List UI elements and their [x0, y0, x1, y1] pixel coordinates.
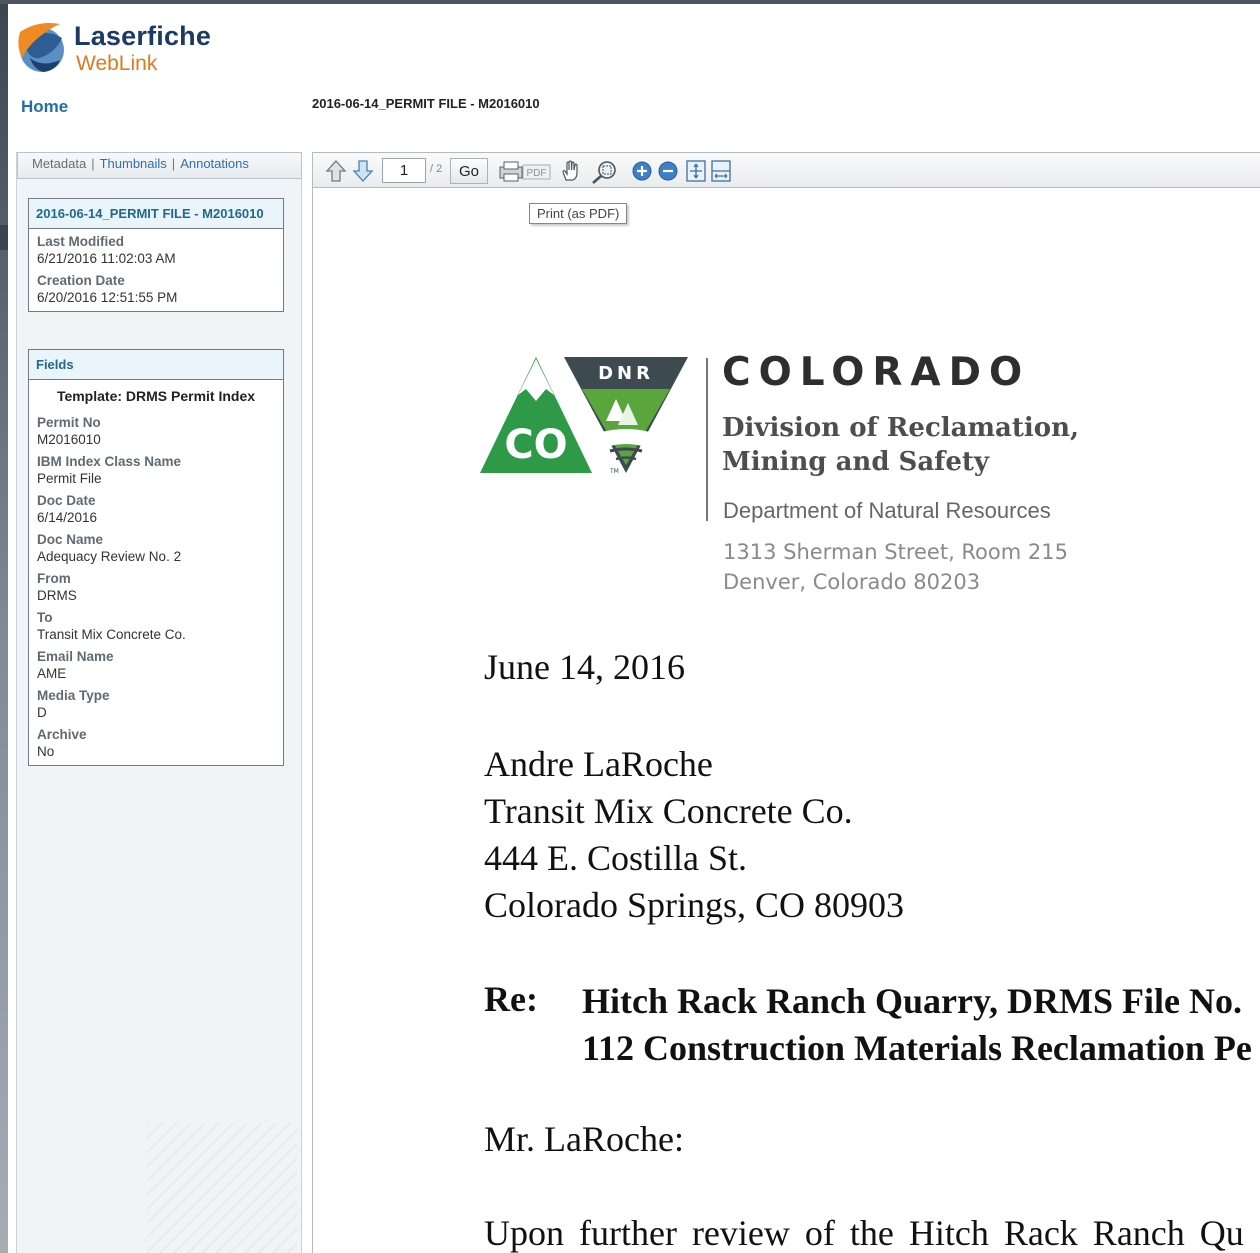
recipient-line: Andre LaRoche	[484, 744, 713, 784]
co-text: CO	[504, 422, 567, 468]
letter-recipient: Andre LaRoche Transit Mix Concrete Co. 4…	[484, 741, 904, 929]
letter-re-label: Re:	[484, 979, 538, 1019]
re-line: 112 Construction Materials Reclamation P…	[582, 1028, 1252, 1068]
letter-salutation: Mr. LaRoche:	[484, 1119, 684, 1159]
letter-re-subject: Hitch Rack Ranch Quarry, DRMS File No. 1…	[582, 978, 1252, 1072]
letter-body: Upon further review of the Hitch Rack Ra…	[484, 1213, 1244, 1253]
division-line: Mining and Safety	[722, 447, 990, 477]
letterhead-address: 1313 Sherman Street, Room 215 Denver, Co…	[723, 537, 1068, 597]
document-page: CO DNR TM COLORADO Division of Reclamati…	[0, 0, 1260, 1253]
letterhead-division: Division of Reclamation, Mining and Safe…	[722, 411, 1079, 479]
recipient-line: Colorado Springs, CO 80903	[484, 885, 905, 925]
address-line: Denver, Colorado 80203	[723, 570, 981, 594]
recipient-line: Transit Mix Concrete Co.	[484, 791, 853, 831]
trademark-text: TM	[609, 468, 619, 475]
re-line: Hitch Rack Ranch Quarry, DRMS File No.	[582, 981, 1242, 1021]
letterhead-department: Department of Natural Resources	[723, 498, 1051, 523]
letter-date: June 14, 2016	[484, 647, 685, 687]
recipient-line: 444 E. Costilla St.	[484, 838, 748, 878]
letterhead-divider	[706, 358, 708, 521]
letterhead-state: COLORADO	[722, 350, 1031, 395]
address-line: 1313 Sherman Street, Room 215	[723, 540, 1068, 564]
dnr-text: DNR	[598, 363, 654, 384]
colorado-dnr-logo: CO DNR TM	[480, 357, 688, 475]
division-line: Division of Reclamation,	[722, 413, 1080, 443]
